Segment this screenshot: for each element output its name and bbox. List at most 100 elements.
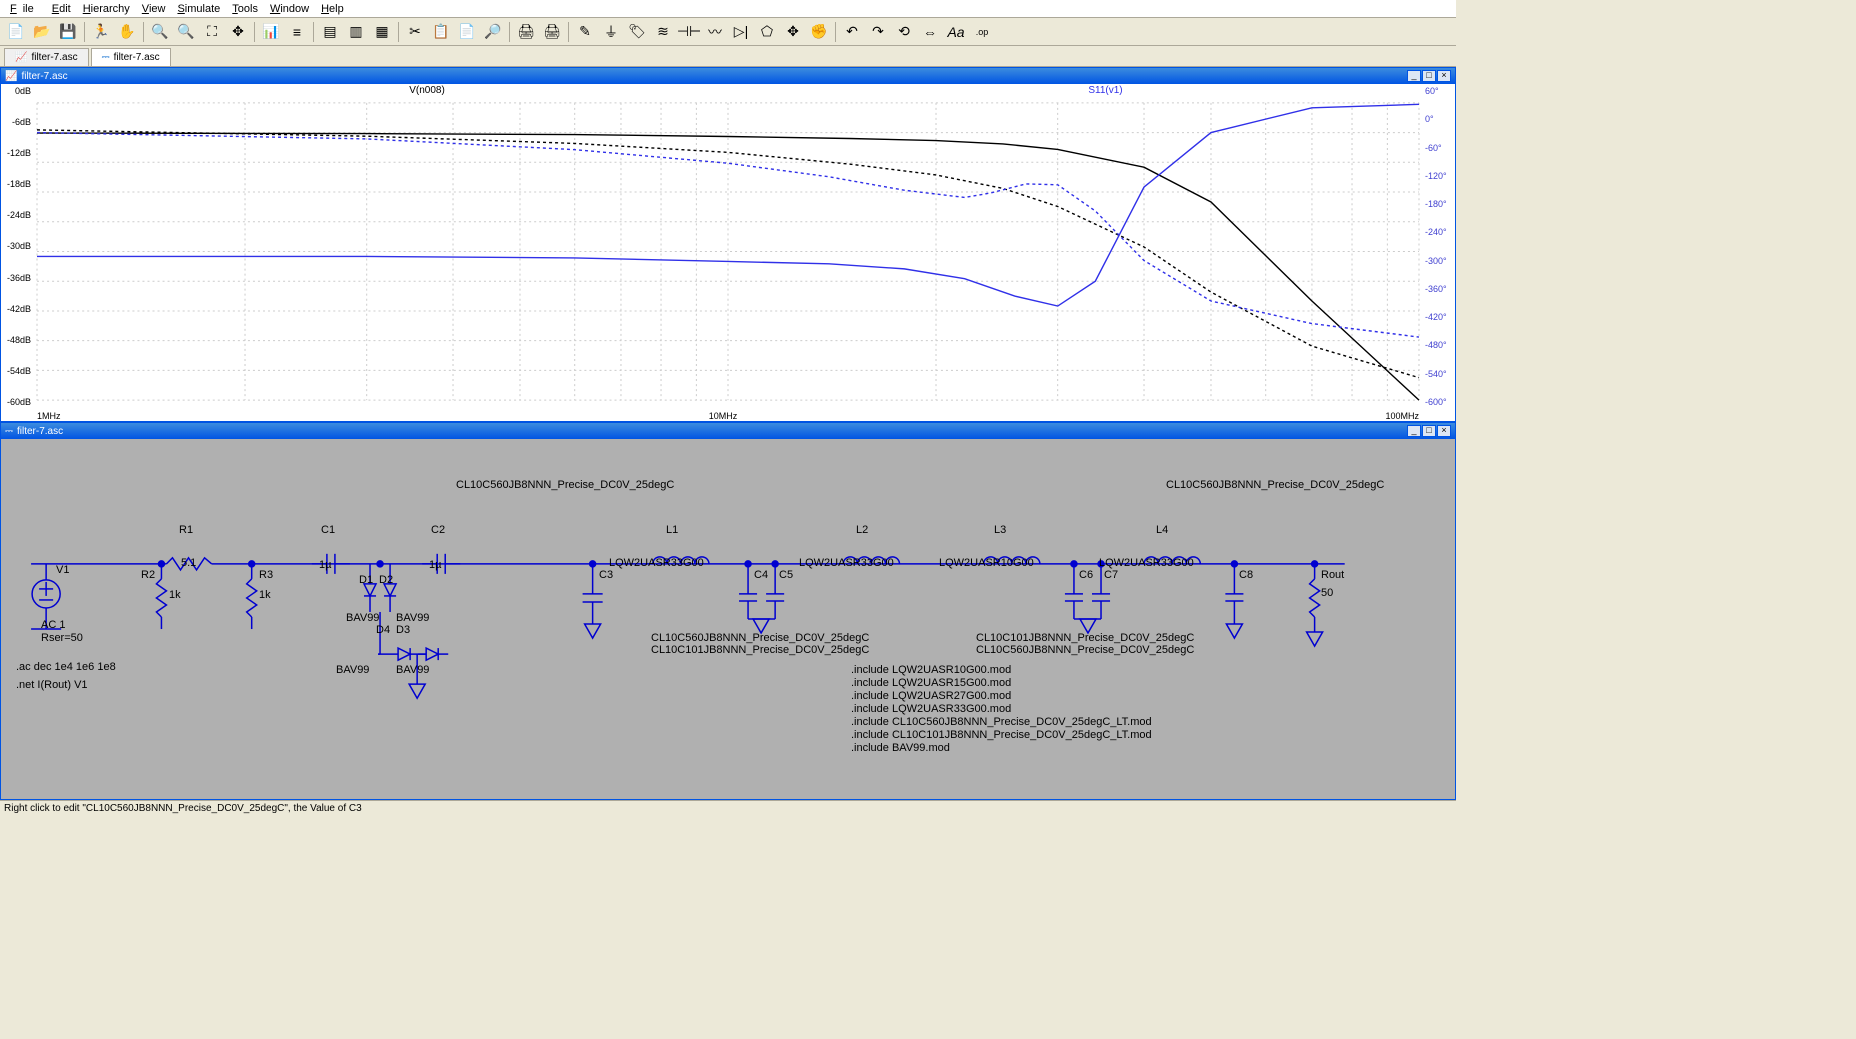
halt-button[interactable]: ✋ <box>115 21 139 43</box>
comp-value[interactable]: 5.1 <box>181 557 196 569</box>
redo-button[interactable]: ↷ <box>866 21 890 43</box>
comp-label[interactable]: C8 <box>1239 569 1253 581</box>
comp-label[interactable]: V1 <box>56 564 69 576</box>
zoom-in-button[interactable]: 🔍 <box>148 21 172 43</box>
comp-value[interactable]: BAV99 <box>346 612 379 624</box>
menu-edit[interactable]: Edit <box>46 2 77 15</box>
comp-label[interactable]: R2 <box>141 569 155 581</box>
undo-button[interactable]: ↶ <box>840 21 864 43</box>
menu-view[interactable]: View <box>136 2 172 15</box>
comp-label[interactable]: Rout <box>1321 569 1344 581</box>
capacitor-button[interactable]: ⊣⊢ <box>677 21 701 43</box>
comp-label[interactable]: L4 <box>1156 524 1168 536</box>
close-button[interactable]: × <box>1437 425 1451 437</box>
mirror-button[interactable]: ⇔ <box>918 21 942 43</box>
cut-button[interactable]: ✂ <box>403 21 427 43</box>
comp-label[interactable]: L3 <box>994 524 1006 536</box>
schematic-titlebar[interactable]: ⎓filter-7.asc _ □ × <box>1 423 1455 439</box>
open-button[interactable]: 📂 <box>30 21 54 43</box>
menu-tools[interactable]: Tools <box>226 2 264 15</box>
rotate-button[interactable]: ⟲ <box>892 21 916 43</box>
comp-value[interactable]: 1µ <box>319 559 331 571</box>
comp-value[interactable]: BAV99 <box>396 612 429 624</box>
comp-label[interactable]: R3 <box>259 569 273 581</box>
spice-directive[interactable]: .ac dec 1e4 1e6 1e8 <box>16 661 116 673</box>
save-button[interactable]: 💾 <box>56 21 80 43</box>
model-label[interactable]: CL10C560JB8NNN_Precise_DC0V_25degC <box>1166 479 1384 491</box>
inductor-button[interactable]: 〰 <box>703 21 727 43</box>
autorange-button[interactable]: 📊 <box>259 21 283 43</box>
drag-button[interactable]: ✊ <box>807 21 831 43</box>
toggle-button[interactable]: ≡ <box>285 21 309 43</box>
text-button[interactable]: Aa <box>944 21 968 43</box>
comp-label[interactable]: D4 <box>376 624 390 636</box>
diode-button[interactable]: ▷| <box>729 21 753 43</box>
plot-titlebar[interactable]: 📈filter-7.asc _ □ × <box>1 68 1455 84</box>
spice-directive-button[interactable]: .op <box>970 21 994 43</box>
pan-button[interactable]: ✥ <box>226 21 250 43</box>
tile-v-button[interactable]: ▥ <box>344 21 368 43</box>
maximize-button[interactable]: □ <box>1422 425 1436 437</box>
close-button[interactable]: × <box>1437 70 1451 82</box>
menu-window[interactable]: Window <box>264 2 315 15</box>
comp-label[interactable]: L2 <box>856 524 868 536</box>
model-label[interactable]: CL10C560JB8NNN_Precise_DC0V_25degC <box>456 479 674 491</box>
schematic-canvas[interactable]: CL10C560JB8NNN_Precise_DC0V_25degC CL10C… <box>1 439 1455 799</box>
comp-label[interactable]: C5 <box>779 569 793 581</box>
comp-value[interactable]: LQW2UASR10G00 <box>939 557 1034 569</box>
comp-value[interactable]: 1k <box>169 589 181 601</box>
menu-simulate[interactable]: Simulate <box>171 2 226 15</box>
new-schematic-button[interactable]: 📄 <box>4 21 28 43</box>
comp-label[interactable]: L1 <box>666 524 678 536</box>
print-setup-button[interactable]: 🖨 <box>540 21 564 43</box>
comp-label[interactable]: C6 <box>1079 569 1093 581</box>
comp-label[interactable]: C3 <box>599 569 613 581</box>
comp-label[interactable]: D1 <box>359 574 373 586</box>
minimize-button[interactable]: _ <box>1407 70 1421 82</box>
minimize-button[interactable]: _ <box>1407 425 1421 437</box>
zoom-out-button[interactable]: 🔍 <box>174 21 198 43</box>
comp-label[interactable]: C7 <box>1104 569 1118 581</box>
run-button[interactable]: 🏃 <box>89 21 113 43</box>
spice-includes[interactable]: .include LQW2UASR10G00.mod .include LQW2… <box>851 664 1152 755</box>
cascade-button[interactable]: ▦ <box>370 21 394 43</box>
menu-help[interactable]: Help <box>315 2 350 15</box>
comp-value[interactable]: 1µ <box>429 559 441 571</box>
zoom-fit-button[interactable]: ⛶ <box>200 21 224 43</box>
y-axis-left[interactable]: 0dB-6dB-12dB-18dB-24dB-30dB-36dB-42dB-48… <box>1 84 35 421</box>
menu-hierarchy[interactable]: Hierarchy <box>77 2 136 15</box>
print-button[interactable]: 🖨 <box>514 21 538 43</box>
comp-value[interactable]: LQW2UASR33G00 <box>799 557 894 569</box>
move-button[interactable]: ✥ <box>781 21 805 43</box>
tab-plot[interactable]: 📈 filter-7.asc <box>4 48 89 66</box>
comp-label[interactable]: D3 <box>396 624 410 636</box>
comp-value[interactable]: BAV99 <box>396 664 429 676</box>
wire-button[interactable]: ✎ <box>573 21 597 43</box>
y-axis-right[interactable]: 60°0°-60°-120°-180°-240°-300°-360°-420°-… <box>1421 84 1455 421</box>
resistor-button[interactable]: ≋ <box>651 21 675 43</box>
tile-h-button[interactable]: ▤ <box>318 21 342 43</box>
menu-file[interactable]: File <box>4 2 46 15</box>
comp-value[interactable]: Rser=50 <box>41 632 83 644</box>
comp-value[interactable]: CL10C101JB8NNN_Precise_DC0V_25degC CL10C… <box>976 632 1194 656</box>
comp-label[interactable]: D2 <box>379 574 393 586</box>
comp-label[interactable]: R1 <box>179 524 193 536</box>
component-button[interactable]: ⬠ <box>755 21 779 43</box>
paste-button[interactable]: 📄 <box>455 21 479 43</box>
plot-canvas[interactable] <box>35 84 1421 421</box>
comp-label[interactable]: C2 <box>431 524 445 536</box>
comp-value[interactable]: BAV99 <box>336 664 369 676</box>
comp-label[interactable]: C4 <box>754 569 768 581</box>
comp-label[interactable]: C1 <box>321 524 335 536</box>
x-axis[interactable]: 1MHz10MHz100MHz <box>35 411 1421 421</box>
comp-value[interactable]: LQW2UASR33G00 <box>1099 557 1194 569</box>
label-button[interactable]: 🏷 <box>625 21 649 43</box>
comp-value[interactable]: LQW2UASR33G00 <box>609 557 704 569</box>
comp-value[interactable]: AC 1 <box>41 619 65 631</box>
maximize-button[interactable]: □ <box>1422 70 1436 82</box>
spice-directive[interactable]: .net I(Rout) V1 <box>16 679 88 691</box>
ground-button[interactable]: ⏚ <box>599 21 623 43</box>
comp-value[interactable]: 1k <box>259 589 271 601</box>
find-button[interactable]: 🔎 <box>481 21 505 43</box>
plot-area[interactable]: 0dB-6dB-12dB-18dB-24dB-30dB-36dB-42dB-48… <box>1 84 1455 421</box>
